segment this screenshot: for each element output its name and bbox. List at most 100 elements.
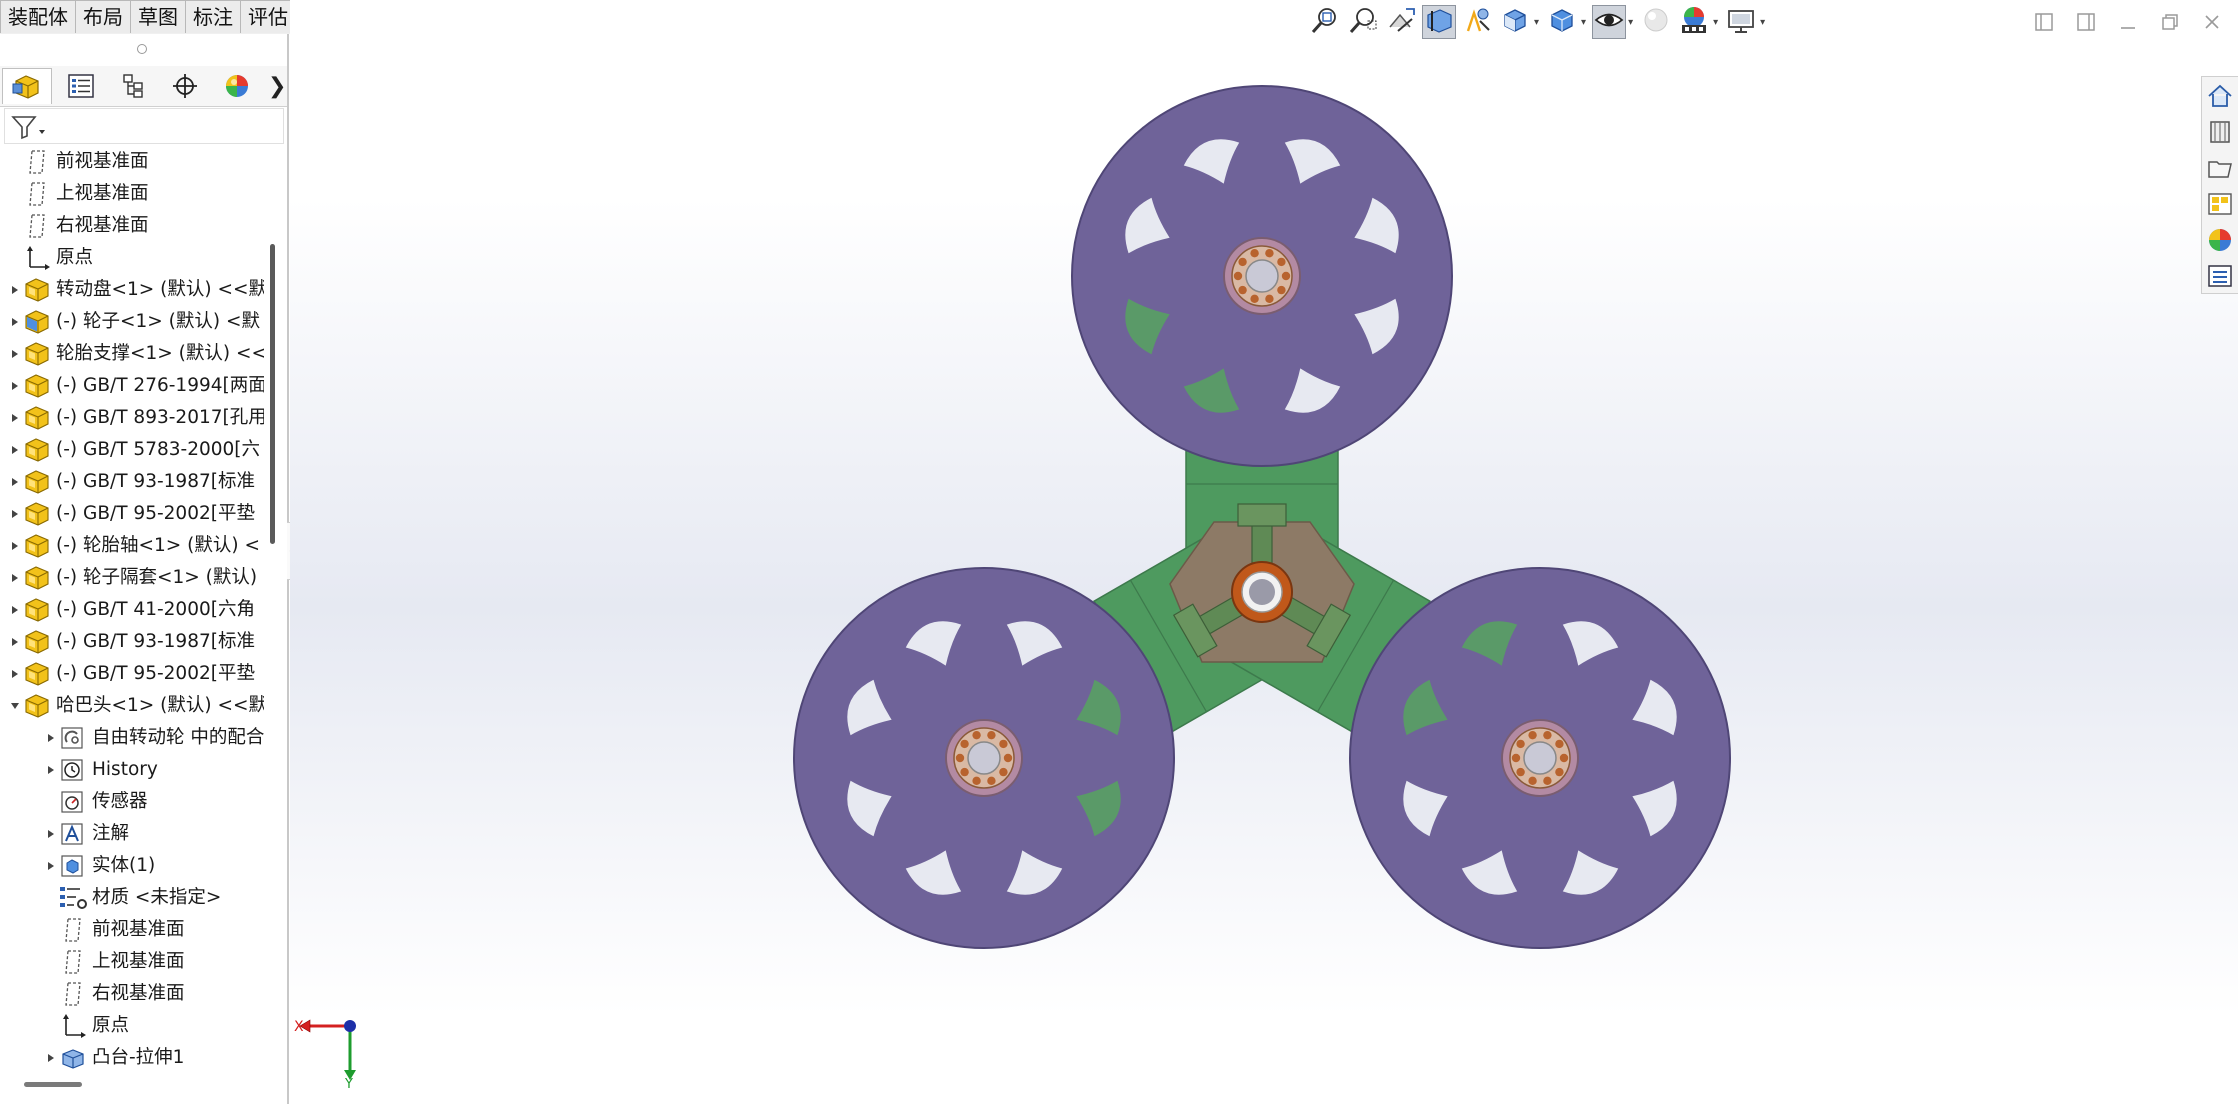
tree-item[interactable]: 前视基准面 [0, 914, 264, 946]
tree-item[interactable]: (-) 轮子隔套<1> (默认) [0, 562, 264, 594]
tree-item[interactable]: (-) GB/T 276-1994[两面 [0, 370, 264, 402]
part-blue-icon [22, 308, 52, 336]
expand-arrow-icon[interactable] [44, 828, 58, 840]
axis-label-x: X [294, 1019, 304, 1035]
tree-item[interactable]: 右视基准面 [0, 210, 264, 242]
part-icon [22, 340, 52, 368]
bearing-ball [1555, 767, 1564, 777]
bearing-ball [1511, 753, 1521, 763]
bearing-ball [1555, 739, 1564, 749]
bearing-ball [1543, 776, 1552, 786]
tree-item[interactable]: 注解 [0, 818, 264, 850]
tree-item-label: (-) GB/T 276-1994[两面 [56, 375, 264, 396]
tree-item[interactable]: 转动盘<1> (默认) <<默 [0, 274, 264, 306]
tree-item[interactable]: 前视基准面 [0, 146, 264, 178]
axis-label-y: Y [344, 1077, 353, 1088]
collapse-arrow-icon[interactable] [8, 700, 22, 712]
tree-item-label: (-) GB/T 893-2017[孔用 [56, 407, 264, 428]
tree-item[interactable]: History [0, 754, 264, 786]
tab-3[interactable]: 标注 [185, 0, 241, 33]
tab-1[interactable]: 布局 [75, 0, 131, 33]
vertical-scrollbar[interactable] [270, 244, 275, 544]
tree-item-label: 原点 [92, 1015, 130, 1036]
tree-item[interactable]: 轮胎支撑<1> (默认) << [0, 338, 264, 370]
tree-item[interactable]: (-) GB/T 893-2017[孔用 [0, 402, 264, 434]
tab-0[interactable]: 装配体 [0, 0, 76, 33]
tree-item[interactable]: 原点 [0, 242, 264, 274]
tree-item-label: (-) GB/T 95-2002[平垫 [56, 663, 255, 684]
expand-arrow-icon[interactable] [44, 732, 58, 744]
expand-arrow-icon[interactable] [8, 348, 22, 360]
dimxpert-manager-tab[interactable] [160, 68, 210, 104]
feature-manager-tab[interactable] [2, 68, 52, 104]
tree-item[interactable]: 材质 <未指定> [0, 882, 264, 914]
tree-item[interactable]: 凸台-拉伸1 [0, 1042, 264, 1074]
plane-icon [58, 980, 88, 1008]
feature-manager-icon [12, 74, 39, 99]
origin-icon [22, 244, 52, 272]
filter-row[interactable] [4, 108, 284, 144]
tree-item[interactable]: 上视基准面 [0, 946, 264, 978]
dimxpert-manager-icon [173, 74, 197, 98]
panel-splitter-handle[interactable] [137, 44, 147, 54]
tree-item-label: History [92, 759, 158, 780]
property-manager-tab[interactable] [56, 68, 106, 104]
tree-item[interactable]: (-) GB/T 41-2000[六角 [0, 594, 264, 626]
tree-item[interactable]: (-) GB/T 95-2002[平垫 [0, 658, 264, 690]
expand-arrow-icon[interactable] [8, 380, 22, 392]
tab-4[interactable]: 评估 [240, 0, 296, 33]
tree-item[interactable]: 实体(1) [0, 850, 264, 882]
filter-icon [11, 116, 45, 140]
origin-icon [58, 1012, 88, 1040]
tree-item[interactable]: (-) GB/T 93-1987[标准 [0, 466, 264, 498]
tree-item[interactable]: (-) GB/T 95-2002[平垫 [0, 498, 264, 530]
tree-item[interactable]: 自由转动轮 中的配合 [0, 722, 264, 754]
tree-item[interactable]: (-) 轮子<1> (默认) <默 [0, 306, 264, 338]
tab-2[interactable]: 草图 [130, 0, 186, 33]
tree-item-label: (-) GB/T 5783-2000[六 [56, 439, 260, 460]
display-manager-tab[interactable] [212, 68, 262, 104]
expand-arrow-icon[interactable] [8, 540, 22, 552]
tree-item[interactable]: 原点 [0, 1010, 264, 1042]
reference-triad: X Y [294, 1019, 356, 1088]
history-icon [58, 756, 88, 784]
bearing-ball [972, 730, 981, 740]
tree-item[interactable]: 上视基准面 [0, 178, 264, 210]
tree-item-label: 轮胎支撑<1> (默认) << [56, 343, 264, 364]
z-axis-dot [344, 1020, 356, 1032]
tree-item[interactable]: (-) 轮胎轴<1> (默认) < [0, 530, 264, 562]
horizontal-scrollbar[interactable] [24, 1082, 82, 1087]
configuration-manager-tab[interactable] [108, 68, 158, 104]
more-tabs-chevron-icon[interactable]: ❯ [268, 74, 286, 99]
expand-arrow-icon[interactable] [8, 444, 22, 456]
expand-arrow-icon[interactable] [8, 316, 22, 328]
wheel-1 [1071, 85, 1453, 467]
expand-arrow-icon[interactable] [8, 668, 22, 680]
expand-arrow-icon[interactable] [44, 764, 58, 776]
expand-arrow-icon[interactable] [8, 284, 22, 296]
part-icon [22, 404, 52, 432]
bearing-ball [960, 767, 969, 777]
expand-arrow-icon[interactable] [8, 636, 22, 648]
bearing-ball [1250, 248, 1259, 258]
expand-arrow-icon[interactable] [44, 860, 58, 872]
tree-item[interactable]: 右视基准面 [0, 978, 264, 1010]
tree-item[interactable]: (-) GB/T 93-1987[标准 [0, 626, 264, 658]
expand-arrow-icon[interactable] [8, 508, 22, 520]
solid-body-icon [58, 852, 88, 880]
expand-arrow-icon[interactable] [8, 572, 22, 584]
expand-arrow-icon[interactable] [8, 412, 22, 424]
expand-arrow-icon[interactable] [44, 1052, 58, 1064]
display-manager-icon [226, 75, 248, 97]
tree-item[interactable]: 哈巴头<1> (默认) <<默 [0, 690, 264, 722]
expand-arrow-icon[interactable] [8, 476, 22, 488]
expand-arrow-icon[interactable] [8, 604, 22, 616]
bearing-ball [1265, 294, 1274, 304]
tree-item-label: 上视基准面 [56, 183, 149, 204]
tree-item[interactable]: 传感器 [0, 786, 264, 818]
part-icon [22, 628, 52, 656]
assembly-model-view[interactable] [290, 0, 2238, 1104]
graphics-area[interactable]: ▾ ▾ ▾ ▾ ▾ [290, 0, 2238, 1104]
tree-item[interactable]: (-) GB/T 5783-2000[六 [0, 434, 264, 466]
tree-item-label: (-) 轮子隔套<1> (默认) [56, 567, 258, 588]
